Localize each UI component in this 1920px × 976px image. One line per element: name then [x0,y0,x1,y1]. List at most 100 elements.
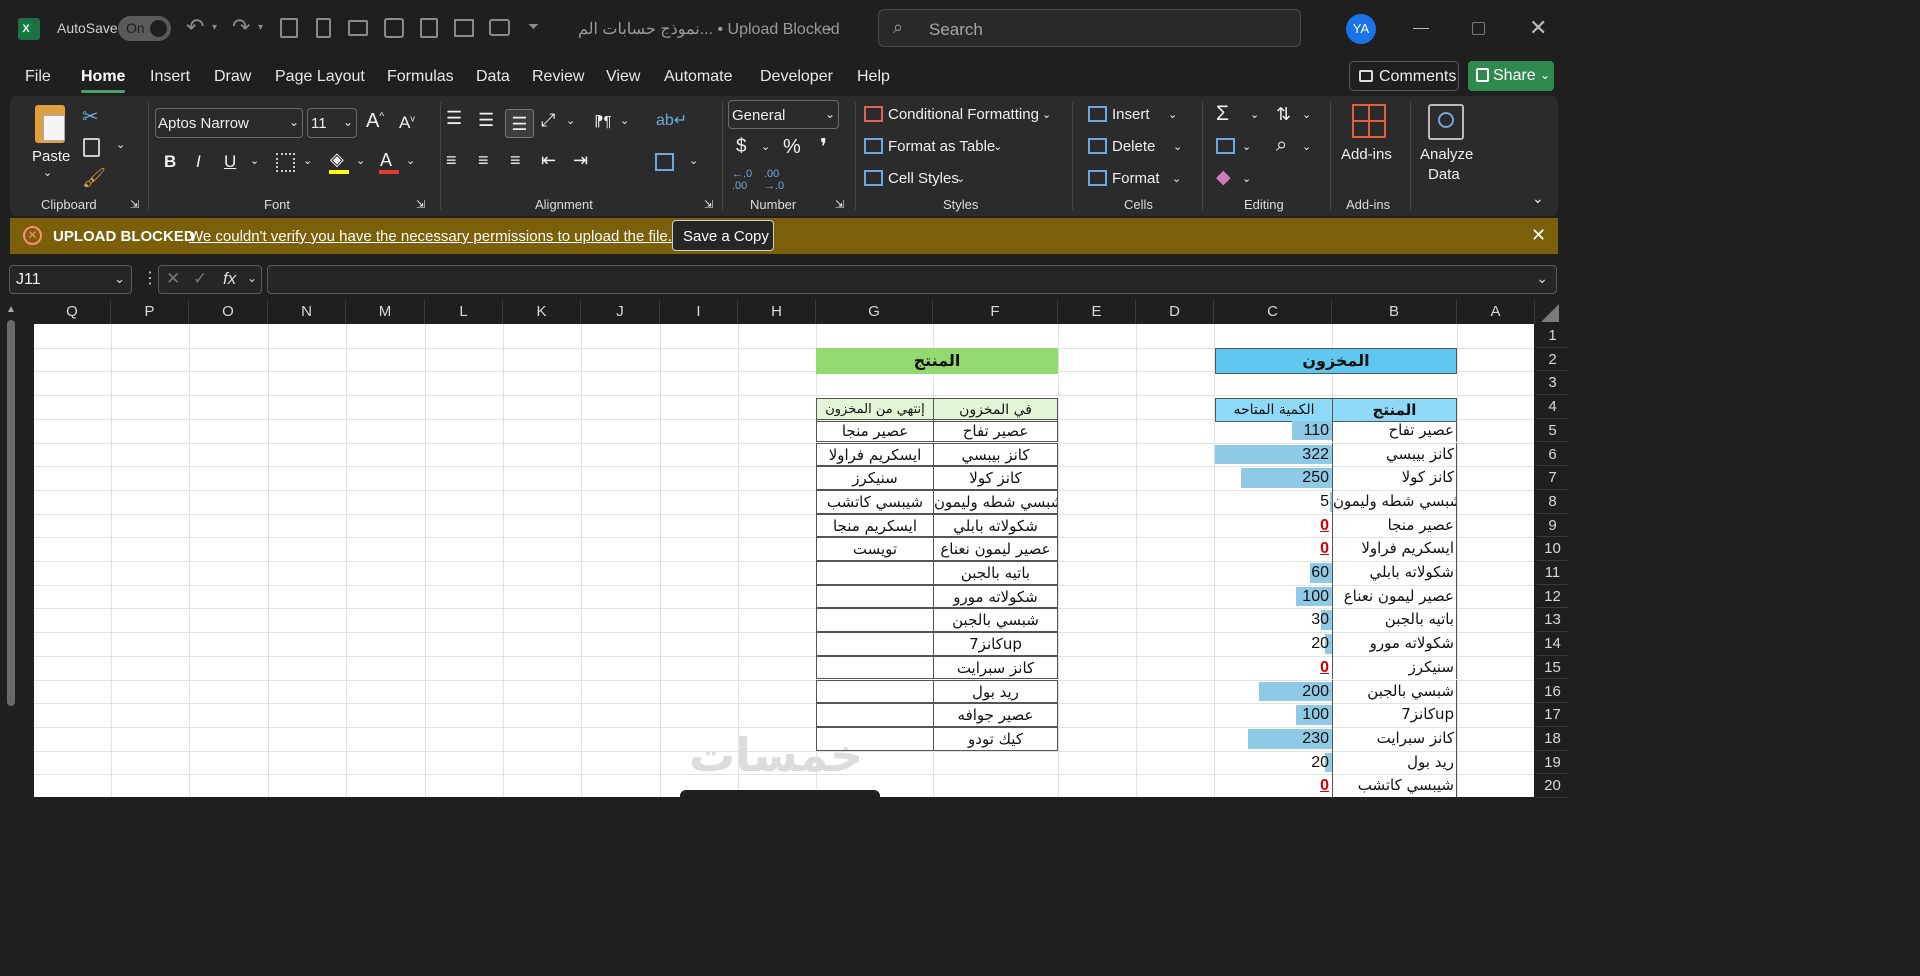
number-format-select[interactable]: General ⌄ [728,100,839,129]
addins-button[interactable]: Add-ins [1341,146,1392,163]
orientation-icon[interactable]: ⤢ [541,110,555,131]
inventory-quantity-cell[interactable]: 100 [1215,585,1332,609]
menu-home[interactable]: Home [81,68,126,93]
menu-insert[interactable]: Insert [150,68,190,86]
out-of-stock-cell[interactable]: سنيكرز [816,466,934,490]
inventory-product-cell[interactable]: عصير ليمون نعناع [1332,584,1457,609]
in-stock-cell[interactable]: شكولاته بابلي [933,513,1058,538]
row-header-16[interactable]: 16 [1537,680,1568,704]
addins-icon[interactable] [1352,104,1386,138]
inventory-product-cell[interactable]: كانز سبرايت [1332,726,1457,751]
redo-dropdown-icon[interactable]: ▾ [258,22,263,33]
row-header-2[interactable]: 2 [1537,348,1568,372]
inventory-quantity-cell[interactable]: 200 [1215,680,1332,704]
row-header-1[interactable]: 1 [1537,324,1568,348]
name-box[interactable]: J11 ⌄ [9,265,132,294]
in-stock-cell[interactable]: شبسي بالجبن [933,608,1058,633]
insert-cells-icon[interactable] [1088,106,1107,122]
increase-indent-icon[interactable]: ⇥ [573,150,588,171]
column-header-J[interactable]: J [581,300,660,324]
conditional-formatting-button[interactable]: Conditional Formatting [888,106,1039,123]
out-of-stock-cell[interactable] [816,632,934,656]
analyze-data-label-1[interactable]: Analyze [1420,146,1473,163]
status-title[interactable]: المنتج [816,348,1058,374]
in-stock-cell[interactable]: عصير ليمون نعناع [933,537,1058,561]
column-header-G[interactable]: G [816,300,933,324]
format-cells-icon[interactable] [1088,170,1107,186]
inventory-product-cell[interactable]: سنيكرز [1332,655,1457,680]
paste-dropdown-icon[interactable]: ⌄ [43,166,52,179]
font-size-select[interactable]: 11 ⌄ [307,108,357,138]
row-header-19[interactable]: 19 [1537,751,1568,775]
customize-toolbar-icon[interactable]: ⏷ [528,18,539,35]
user-avatar[interactable]: YA [1346,14,1376,44]
new-file-icon[interactable] [316,18,331,38]
alignment-launcher-icon[interactable]: ⇲ [704,198,713,211]
align-right-icon[interactable]: ≡ [510,150,521,171]
out-of-stock-cell[interactable]: شيبسي كاتشب [816,489,934,514]
inventory-quantity-cell[interactable]: 30 [1215,608,1332,632]
confirm-entry-icon[interactable]: ✓ [193,269,207,289]
row-header-17[interactable]: 17 [1537,703,1568,727]
format-as-table-button[interactable]: Format as Table [888,138,995,155]
inventory-product-cell[interactable]: ريد بول [1332,750,1457,775]
insert-function-icon[interactable]: fx [223,269,236,289]
cancel-entry-icon[interactable]: ✕ [166,269,180,289]
in-stock-cell[interactable]: كيك تودو [933,726,1058,751]
inventory-quantity-cell[interactable]: 250 [1215,466,1332,490]
in-stock-cell[interactable]: عصير تفاح [933,418,1058,443]
row-header-14[interactable]: 14 [1537,632,1568,656]
bold-icon[interactable]: B [164,152,176,172]
row-header-6[interactable]: 6 [1537,443,1568,467]
font-launcher-icon[interactable]: ⇲ [416,198,425,211]
inventory-quantity-cell[interactable]: 0 [1215,656,1332,680]
in-stock-cell[interactable]: شكولاته مورو [933,584,1058,609]
clipboard-launcher-icon[interactable]: ⇲ [130,198,139,211]
inventory-quantity-cell[interactable]: 5 [1215,490,1332,514]
sheet-area[interactable]: المخزون الكمية المتاحه المنتج عصير تفاح 1… [34,324,1534,797]
inventory-product-cell[interactable]: كانز كولا [1332,466,1457,490]
column-header-F[interactable]: F [933,300,1058,324]
menu-developer[interactable]: Developer [760,68,833,86]
inventory-quantity-cell[interactable]: 60 [1215,561,1332,585]
row-header-5[interactable]: 5 [1537,419,1568,443]
menu-formulas[interactable]: Formulas [387,68,454,86]
table-icon[interactable] [454,19,474,37]
menu-file[interactable]: File [25,68,51,86]
in-stock-cell[interactable]: كانز بيبسي [933,442,1058,467]
inventory-product-cell[interactable]: كانز7up [1332,703,1457,727]
decrease-decimal-icon[interactable]: .00 →.0 [764,168,784,192]
scroll-up-icon[interactable]: ▲ [6,304,16,315]
out-of-stock-cell[interactable]: تويست [816,537,934,561]
fill-icon[interactable] [1216,138,1235,154]
open-folder-icon[interactable] [348,20,368,36]
column-header-D[interactable]: D [1136,300,1214,324]
form-icon[interactable] [420,18,438,38]
analyze-data-label-2[interactable]: Data [1428,166,1460,183]
fill-color-dropdown-icon[interactable]: ⌄ [356,154,365,167]
column-header-O[interactable]: O [189,300,268,324]
in-stock-cell[interactable]: عصير جوافه [933,703,1058,727]
merge-center-icon[interactable] [655,153,674,171]
row-header-8[interactable]: 8 [1537,490,1568,514]
out-of-stock-cell[interactable]: ايسكريم منجا [816,513,934,538]
print-preview-icon[interactable] [384,18,404,38]
wrap-text-icon[interactable]: ab↵ [656,110,687,130]
font-name-select[interactable]: Aptos Narrow ⌄ [155,108,303,138]
save-icon[interactable] [280,18,298,38]
formula-input[interactable]: ⌄ [267,265,1557,294]
out-of-stock-cell[interactable]: ايسكريم فراولا [816,442,934,467]
inventory-quantity-cell[interactable]: 20 [1215,632,1332,656]
out-of-stock-cell[interactable] [816,703,934,727]
copy-icon[interactable] [83,138,100,157]
row-header-11[interactable]: 11 [1537,561,1568,585]
undo-icon[interactable]: ↶ [186,14,204,40]
inventory-product-cell[interactable]: شكولاته بابلي [1332,561,1457,585]
select-all-corner[interactable] [1541,304,1559,322]
rtl-direction-icon[interactable]: ⁋¶ [594,112,612,130]
inventory-product-cell[interactable]: شبسي بالجبن [1332,679,1457,704]
autosum-dropdown-icon[interactable]: ⌄ [1250,108,1259,121]
column-header-H[interactable]: H [738,300,816,324]
format-cells-button[interactable]: Format [1112,170,1160,187]
menu-data[interactable]: Data [476,68,510,86]
